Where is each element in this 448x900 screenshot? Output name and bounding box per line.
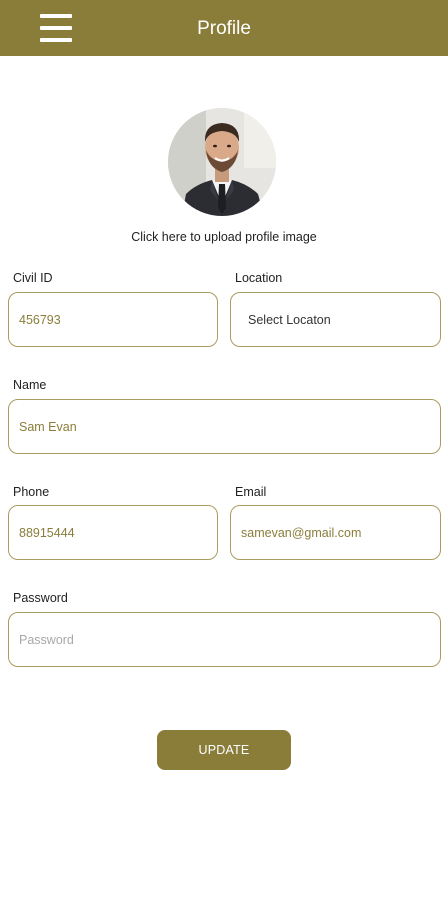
menu-bar: [40, 26, 72, 30]
upload-profile-image-link[interactable]: Click here to upload profile image: [0, 230, 448, 244]
location-selected-value: Select Locaton: [248, 312, 331, 327]
email-input[interactable]: [241, 525, 440, 540]
name-label: Name: [13, 378, 47, 392]
name-input[interactable]: [19, 419, 440, 434]
civil-id-field[interactable]: [8, 292, 218, 347]
password-input[interactable]: [19, 632, 440, 647]
name-field[interactable]: [8, 399, 441, 454]
hamburger-menu-icon[interactable]: [40, 14, 72, 42]
phone-field[interactable]: [8, 505, 218, 560]
update-button[interactable]: UPDATE: [157, 730, 291, 770]
password-field[interactable]: [8, 612, 441, 667]
page-title: Profile: [197, 17, 251, 39]
location-label: Location: [235, 271, 283, 285]
email-label: Email: [235, 485, 267, 499]
civil-id-label: Civil ID: [13, 271, 53, 285]
profile-photo: [168, 108, 276, 216]
location-select[interactable]: Select Locaton: [230, 292, 441, 347]
password-label: Password: [13, 591, 68, 605]
civil-id-input[interactable]: [19, 312, 217, 327]
phone-label: Phone: [13, 485, 50, 499]
email-field[interactable]: [230, 505, 441, 560]
menu-bar: [40, 38, 72, 42]
menu-bar: [40, 14, 72, 18]
profile-avatar[interactable]: [168, 108, 276, 216]
phone-input[interactable]: [19, 525, 217, 540]
app-header: Profile: [0, 0, 448, 56]
